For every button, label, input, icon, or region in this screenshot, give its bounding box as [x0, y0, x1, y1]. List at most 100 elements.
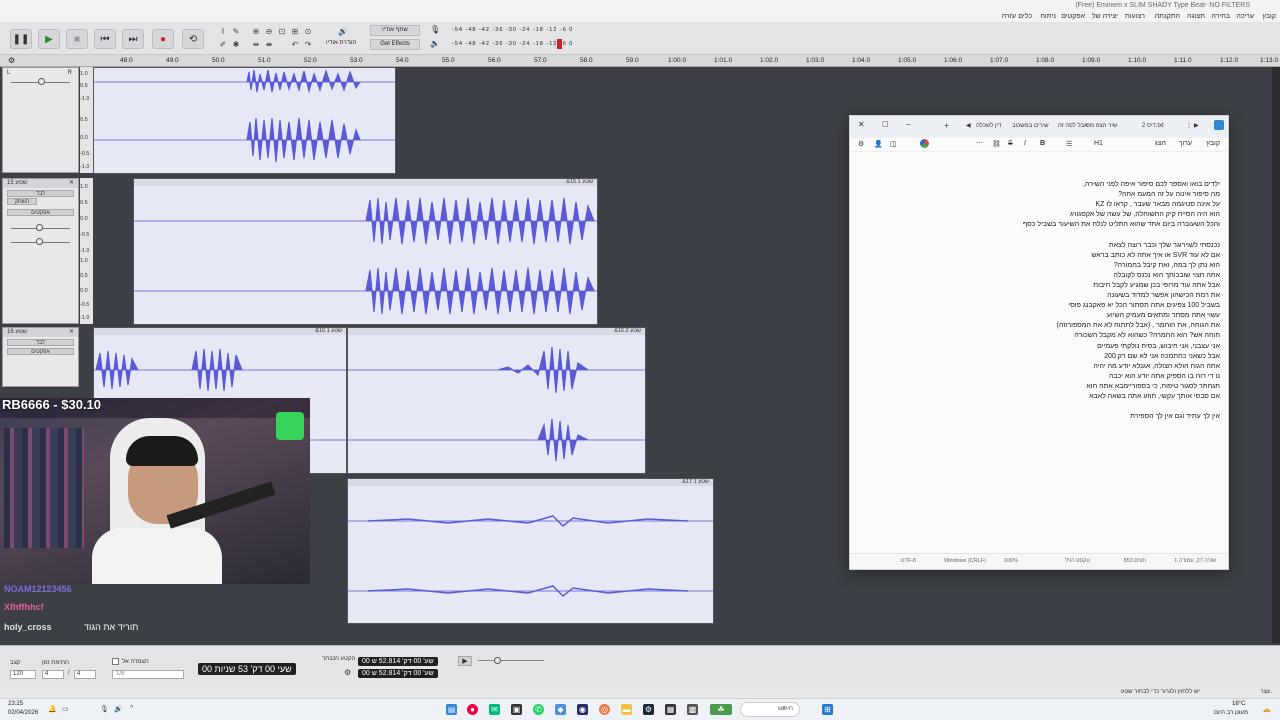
gain-slider[interactable]	[3, 218, 78, 246]
chrome-icon[interactable]: ◎	[599, 704, 610, 715]
weather-desc[interactable]: מעונן רב היום	[1214, 710, 1248, 716]
account-icon[interactable]: 👤	[874, 140, 883, 148]
menu-edit[interactable]: ערוך	[1179, 140, 1192, 147]
zoom-sel-icon[interactable]: ⊡	[277, 27, 287, 37]
sig-numerator[interactable]: 4	[42, 670, 64, 679]
get-effects-button[interactable]: Get Effects	[370, 39, 420, 50]
settings-icon[interactable]: ⚙	[858, 140, 864, 148]
steam-icon[interactable]: ⚙	[643, 704, 654, 715]
color-picker-icon[interactable]	[920, 139, 929, 148]
effects-button[interactable]: אפקטים	[7, 209, 74, 216]
weather-temp[interactable]: 18°C	[1232, 701, 1245, 707]
gain-slider[interactable]: LR	[3, 68, 78, 88]
record-button[interactable]: ●	[152, 29, 174, 49]
loop-button[interactable]: ⟲	[182, 29, 204, 49]
effects-button[interactable]: אפקטים	[7, 348, 74, 355]
terminal-icon[interactable]: ▣	[511, 704, 522, 715]
solo-button[interactable]: לבד	[7, 190, 74, 197]
menu-generate[interactable]: יצירה של	[1092, 13, 1118, 20]
new-tab-icon[interactable]: +	[944, 121, 949, 130]
app-icon[interactable]: ▦	[665, 704, 676, 715]
menu-view[interactable]: תצוגה	[1187, 13, 1205, 20]
selection-end[interactable]: 00 שע' 00 דק' 52.814 ש	[358, 669, 438, 678]
whatsapp-icon[interactable]: ✆	[533, 704, 544, 715]
select-tool-icon[interactable]: I	[218, 27, 228, 37]
audio-clip[interactable]: &16.2 שטע	[347, 327, 646, 474]
audio-setup-icon[interactable]: 🔊	[335, 27, 351, 37]
tempo-input[interactable]: 120	[10, 670, 36, 679]
track-name[interactable]: שטע 16 ✕	[3, 328, 78, 337]
zoom-toggle-icon[interactable]: ⊙	[303, 27, 313, 37]
track-control-panel[interactable]: LR	[2, 67, 79, 173]
track-name[interactable]: שטע 15 ✕	[3, 179, 78, 188]
audacity-icon[interactable]: ◉	[577, 704, 588, 715]
snap-checkbox[interactable]	[112, 658, 119, 665]
list-icon[interactable]: ☰	[1066, 140, 1072, 148]
record-meter[interactable]: 🎙 -54 -48 -42 -36 -30 -24 -18 -12 -6 0	[430, 25, 572, 36]
mute-button[interactable]: השתק	[7, 198, 37, 205]
maximize-icon[interactable]: ▢	[882, 120, 889, 128]
tray-chevron-icon[interactable]: ^	[130, 705, 133, 712]
search-box[interactable]: חיפוש	[740, 702, 800, 717]
tab-item[interactable]: אבל לפה זה	[1058, 123, 1088, 129]
audio-setup-label[interactable]: הגדרת אודיו	[326, 40, 356, 46]
zoom-fit-icon[interactable]: ⊞	[290, 27, 300, 37]
clock-time[interactable]: 23:25	[8, 701, 23, 707]
menu-view[interactable]: הצג	[1155, 140, 1166, 147]
pause-button[interactable]: ❚❚	[10, 29, 32, 49]
track-control-panel[interactable]: שטע 16 ✕ לבד אפקטים	[2, 327, 79, 387]
tab-scroll-left-icon[interactable]: ◀	[966, 122, 971, 129]
menu-tools[interactable]: כלים	[1018, 13, 1032, 20]
menu-edit[interactable]: עריכה	[1236, 13, 1254, 20]
clip-label[interactable]: &16.1 שטע	[94, 328, 346, 335]
time-display[interactable]: 00 שעי 00 דק' 53 שניות	[198, 663, 296, 675]
app-icon[interactable]: ✉	[489, 704, 500, 715]
menu-help[interactable]: עזרה	[1002, 13, 1016, 20]
close-icon[interactable]: ✕	[858, 120, 865, 129]
display-icon[interactable]: ▭	[62, 705, 69, 713]
notepad-app-icon[interactable]: ▤	[446, 704, 457, 715]
notifications-icon[interactable]: 🔔	[48, 705, 57, 713]
selection-start[interactable]: 00 שע' 00 דק' 52.814 ש	[358, 657, 438, 666]
app-icon[interactable]: ◆	[555, 704, 566, 715]
play-at-speed-button[interactable]: ▶	[458, 656, 472, 666]
notepad-window[interactable]: ✕ ▢ − + ◀ דין לשכלה שירים במשכוב אבל לפה…	[849, 115, 1229, 570]
clip-label[interactable]: &16.2 שטע	[348, 328, 645, 335]
menu-effects[interactable]: אפקטים	[1061, 13, 1085, 20]
menu-tracks[interactable]: רצועות	[1125, 13, 1145, 20]
tab-item[interactable]: דין לשכלה	[976, 123, 1002, 129]
skip-end-button[interactable]: ⏭	[122, 29, 144, 49]
recording-app-icon[interactable]: ●	[467, 704, 478, 715]
zoom-in-icon[interactable]: ⊕	[251, 27, 261, 37]
tab-item[interactable]: שיר הצפ מס	[1086, 123, 1117, 129]
vertical-scrollbar[interactable]	[1272, 67, 1280, 643]
draw-tool-icon[interactable]: ✐	[218, 40, 228, 50]
heading-button[interactable]: H1	[1094, 140, 1103, 147]
mic-tray-icon[interactable]: 🎙	[100, 705, 109, 713]
widgets-icon[interactable]: ☘	[710, 704, 732, 715]
trim-icon[interactable]: ⇹	[251, 40, 261, 50]
solo-button[interactable]: לבד	[7, 339, 74, 346]
start-icon[interactable]: ⊞	[822, 704, 833, 715]
app-icon[interactable]: ▩	[687, 704, 698, 715]
tab-menu-icon[interactable]: ⋮	[1186, 122, 1192, 129]
snap-select[interactable]: 1/8	[112, 670, 184, 679]
more-icon[interactable]: ⋯	[976, 139, 983, 147]
zoom-out-icon[interactable]: ⊖	[264, 27, 274, 37]
track-control-panel[interactable]: שטע 15 ✕ לבד השתק אפקטים	[2, 178, 79, 324]
clock-date[interactable]: 02/04/2026	[8, 710, 38, 716]
minimize-icon[interactable]: −	[906, 120, 911, 129]
audio-clip[interactable]: &17.1 שטע	[347, 478, 714, 624]
tab-active[interactable]: דיס 2.txt	[1142, 123, 1164, 129]
play-button[interactable]: ▶	[38, 29, 60, 49]
tab-scroll-right-icon[interactable]: ▶	[1194, 122, 1199, 129]
clip-label[interactable]: &17.1 שטע	[348, 479, 713, 486]
menu-analyze[interactable]: ניתוח	[1040, 13, 1056, 20]
timeline-ruler[interactable]: ⚙ 48.0 49.0 50.0 51.0 52.0 53.0 54.0 55.…	[0, 55, 1280, 67]
link-icon[interactable]: ⛓	[992, 140, 1001, 148]
skip-start-button[interactable]: ⏮	[94, 29, 116, 49]
stop-button[interactable]: ■	[66, 29, 88, 49]
menu-select[interactable]: בחירה	[1211, 13, 1230, 20]
italic-icon[interactable]: I	[1024, 140, 1026, 147]
redo-icon[interactable]: ↷	[303, 40, 313, 50]
